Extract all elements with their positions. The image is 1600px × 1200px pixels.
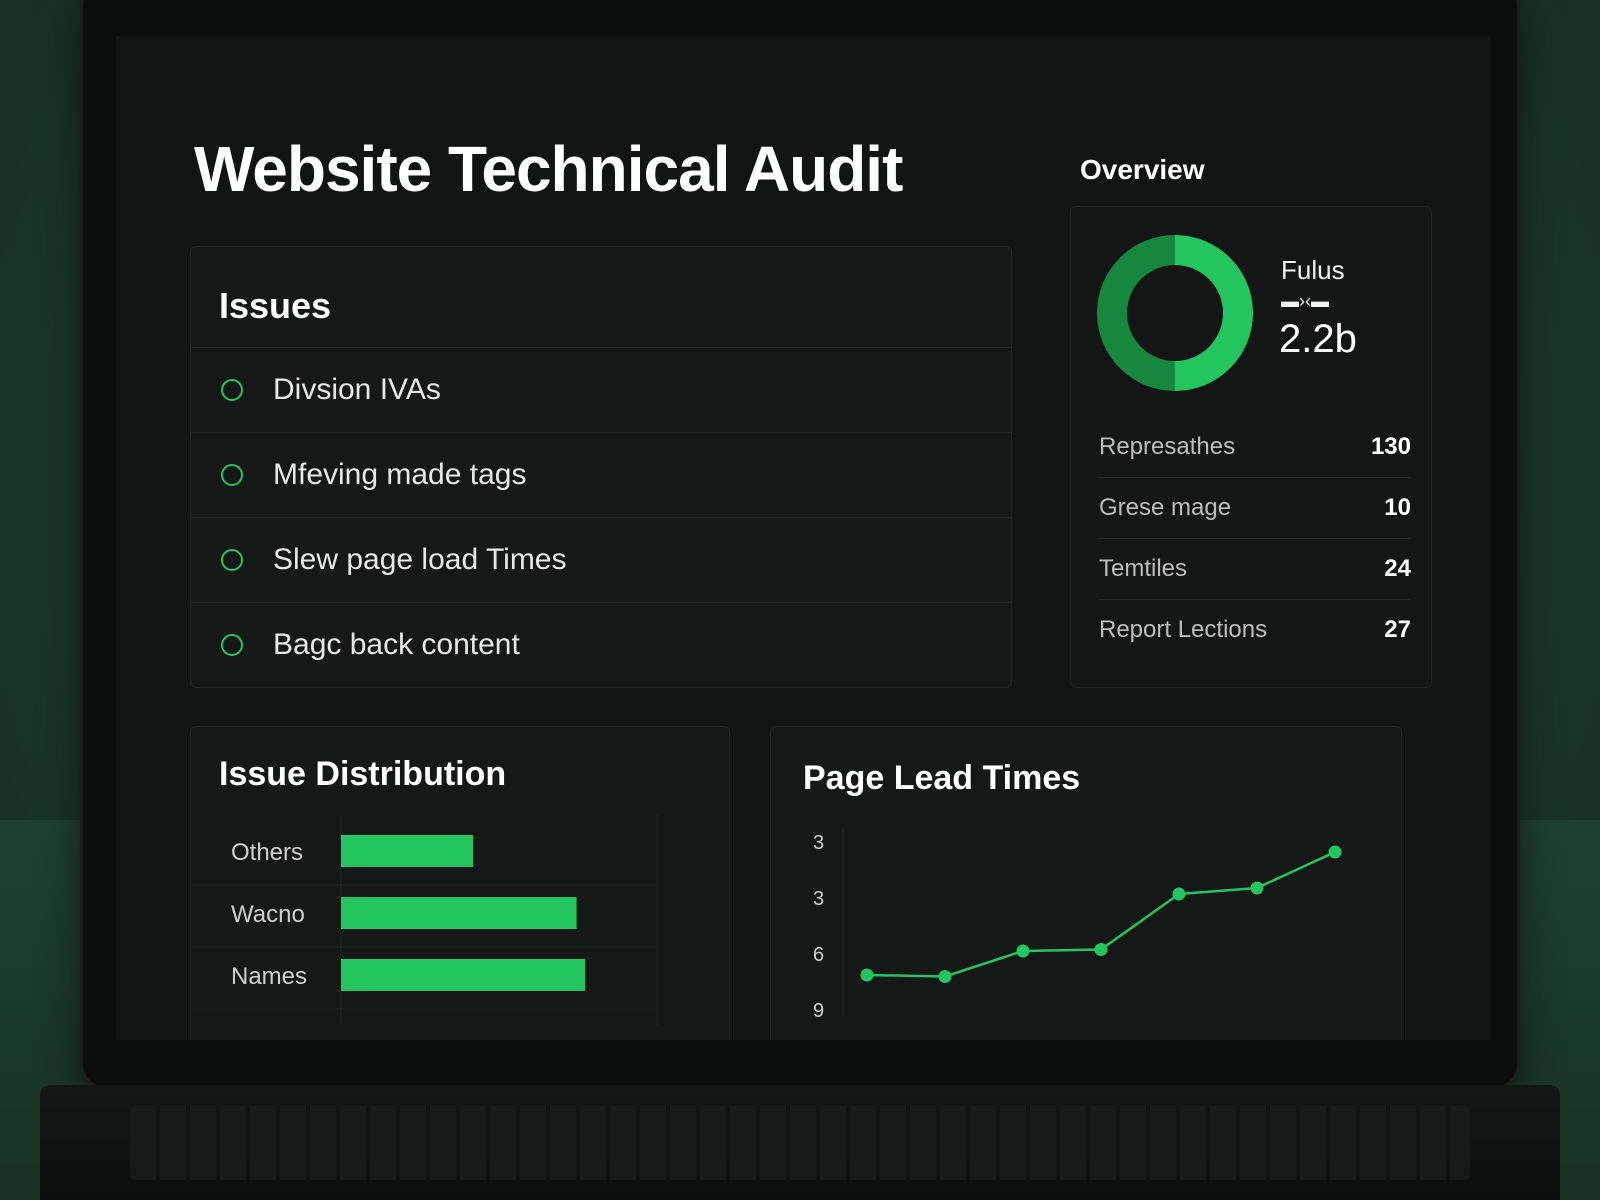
data-point <box>1094 943 1108 956</box>
circle-icon <box>221 464 243 486</box>
bar-label: Names <box>231 963 307 990</box>
donut-chart <box>1097 235 1253 391</box>
stat-value: 130 <box>1370 433 1411 460</box>
overview-heading: Overview <box>1080 154 1205 185</box>
donut-glyph: ▬›‹▬ <box>1281 291 1329 311</box>
overview-panel: Fulus ▬›‹▬ 2.2b Represathes 130 Grese ma… <box>1070 206 1432 688</box>
issues-heading: Issues <box>219 285 332 326</box>
stat-value: 24 <box>1384 555 1411 582</box>
stat-row: Temtiles 24 <box>1099 539 1411 600</box>
y-tick-label: 3 <box>813 888 824 910</box>
list-item[interactable]: Slew page load Times <box>191 517 1011 602</box>
bar-label: Wacno <box>231 901 305 928</box>
data-point <box>1016 944 1030 958</box>
stat-name: Grese mage <box>1099 494 1232 521</box>
stat-row: Grese mage 10 <box>1099 478 1411 539</box>
bar <box>341 897 577 929</box>
issue-label: Bagc back content <box>273 628 520 661</box>
issues-panel: Issues Divsion IVAs Mfeving made tags Sl… <box>190 246 1012 688</box>
stat-name: Represathes <box>1099 433 1236 460</box>
issue-distribution-title: Issue Distribution <box>219 755 507 793</box>
stat-value: 10 <box>1384 494 1411 521</box>
data-point <box>1172 887 1186 901</box>
bar-label: Others <box>231 839 303 866</box>
keyboard <box>130 1105 1470 1180</box>
circle-icon <box>221 549 243 571</box>
stat-row: Report Lections 27 <box>1099 600 1411 660</box>
donut-label: Fulus <box>1281 255 1345 285</box>
bar <box>341 959 586 991</box>
issue-list: Divsion IVAs Mfeving made tags Slew page… <box>191 347 1011 687</box>
series-line <box>866 850 1336 978</box>
list-item[interactable]: Mfeving made tags <box>191 432 1011 517</box>
list-item[interactable]: Bagc back content <box>191 602 1011 687</box>
donut-value: 2.2b <box>1279 317 1357 361</box>
data-point <box>938 970 952 983</box>
y-tick-label: 3 <box>813 832 824 854</box>
circle-icon <box>221 634 243 656</box>
y-tick-label: 9 <box>813 1000 824 1022</box>
laptop-screen: Website Technical Audit Issues Divsion I… <box>116 36 1490 1040</box>
y-tick-label: 6 <box>813 944 824 966</box>
stat-name: Temtiles <box>1099 555 1188 582</box>
issue-label: Divsion IVAs <box>273 373 441 406</box>
page-load-times-panel: Page Lead Times 3369 <box>770 726 1402 1040</box>
page-load-times-chart: 3 3 6 9 <box>813 827 1342 1022</box>
stat-value: 27 <box>1384 616 1411 643</box>
stat-list: Represathes 130 Grese mage 10 Temtiles 2… <box>1099 417 1411 660</box>
issue-distribution-chart: Others Wacno Names <box>191 815 658 1025</box>
data-point <box>1250 881 1264 895</box>
issue-distribution-panel: Issue Distribution Others Wacno Names <box>190 726 730 1040</box>
circle-icon <box>221 379 243 401</box>
stat-name: Report Lections <box>1099 616 1268 643</box>
stat-row: Represathes 130 <box>1099 417 1411 478</box>
issue-label: Slew page load Times <box>273 543 567 576</box>
page-title: Website Technical Audit <box>194 133 903 205</box>
list-item[interactable]: Divsion IVAs <box>191 347 1011 432</box>
bar <box>341 835 474 867</box>
data-point <box>860 968 874 982</box>
data-point <box>1328 845 1342 859</box>
issue-label: Mfeving made tags <box>273 458 527 491</box>
